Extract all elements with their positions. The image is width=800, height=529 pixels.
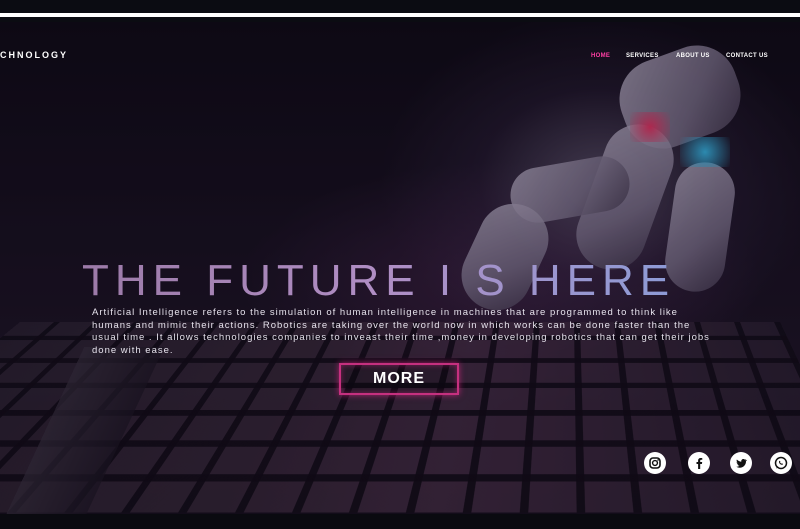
twitter-icon[interactable] (730, 452, 752, 474)
nav-item-contact-us[interactable]: CONTACT US (726, 53, 768, 59)
top-frame-line (0, 13, 800, 17)
whatsapp-icon[interactable] (770, 452, 792, 474)
hero-paragraph: Artificial Intelligence refers to the si… (92, 307, 710, 356)
hero-headline: THE FUTURE I S HERE (82, 256, 676, 305)
bottom-frame-strip (0, 514, 800, 529)
hero-section: CHNOLOGY HOME SERVICES ABOUT US CONTACT … (0, 22, 800, 514)
nav-item-home[interactable]: HOME (591, 53, 610, 59)
instagram-icon[interactable] (644, 452, 666, 474)
more-button[interactable]: MORE (339, 363, 459, 395)
facebook-icon[interactable] (688, 452, 710, 474)
nav-item-services[interactable]: SERVICES (626, 53, 659, 59)
nav-item-about-us[interactable]: ABOUT US (676, 53, 710, 59)
brand-logo[interactable]: CHNOLOGY (0, 50, 68, 60)
top-frame-strip (0, 0, 800, 22)
